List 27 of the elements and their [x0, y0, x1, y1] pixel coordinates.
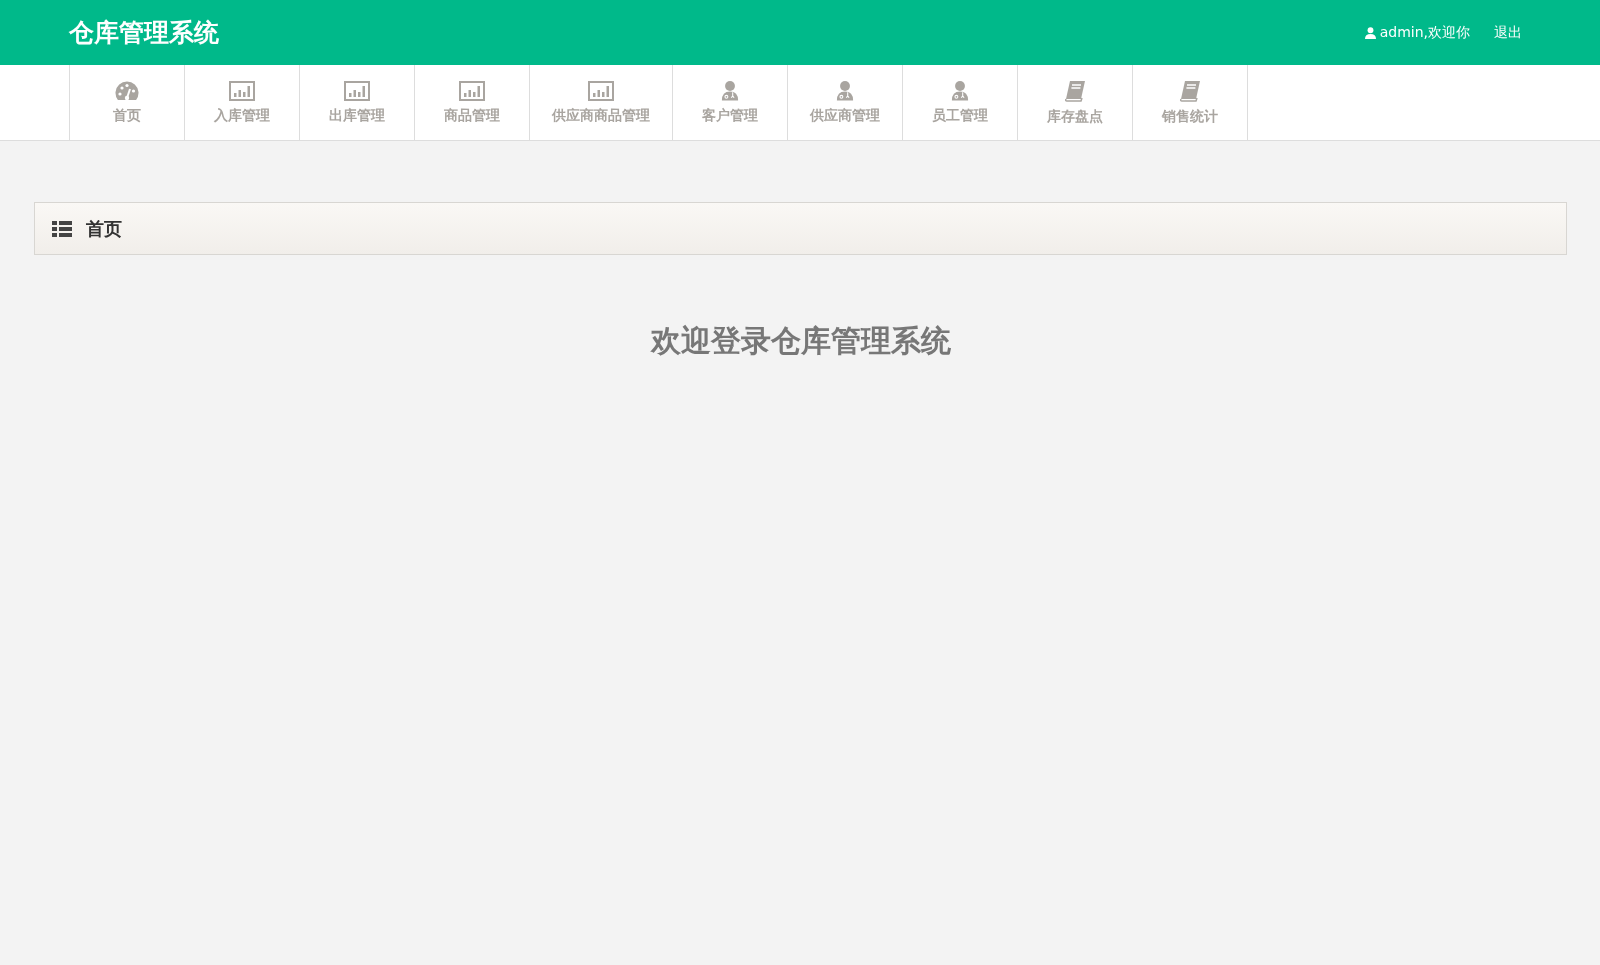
nav-item[interactable]: 供应商管理 — [787, 65, 902, 140]
bar-chart-icon — [588, 80, 614, 101]
logout-link[interactable]: 退出 — [1494, 23, 1522, 42]
nav-item[interactable]: 出库管理 — [299, 65, 414, 140]
nav-item[interactable]: 首页 — [69, 65, 184, 140]
user-link[interactable]: admin,欢迎你 — [1364, 23, 1470, 42]
nav-item[interactable]: 销售统计 — [1132, 65, 1248, 140]
bar-chart-icon — [459, 80, 485, 101]
nav-item[interactable]: 客户管理 — [672, 65, 787, 140]
nav-item[interactable]: 员工管理 — [902, 65, 1017, 140]
book-icon — [1179, 79, 1201, 102]
nav-item[interactable]: 商品管理 — [414, 65, 529, 140]
nav-item[interactable]: 库存盘点 — [1017, 65, 1132, 140]
list-icon — [52, 220, 72, 237]
app-title: 仓库管理系统 — [69, 17, 219, 49]
doctor-icon — [951, 80, 969, 101]
user-icon — [1364, 26, 1376, 39]
doctor-icon — [836, 80, 854, 101]
dashboard-icon — [114, 80, 140, 101]
breadcrumb-title: 首页 — [86, 216, 122, 241]
bar-chart-icon — [344, 80, 370, 101]
bar-chart-icon — [229, 80, 255, 101]
book-icon — [1064, 79, 1086, 102]
nav-item[interactable]: 供应商商品管理 — [529, 65, 672, 140]
doctor-icon — [721, 80, 739, 101]
welcome-heading: 欢迎登录仓库管理系统 — [649, 322, 952, 360]
nav-item[interactable]: 入库管理 — [184, 65, 299, 140]
